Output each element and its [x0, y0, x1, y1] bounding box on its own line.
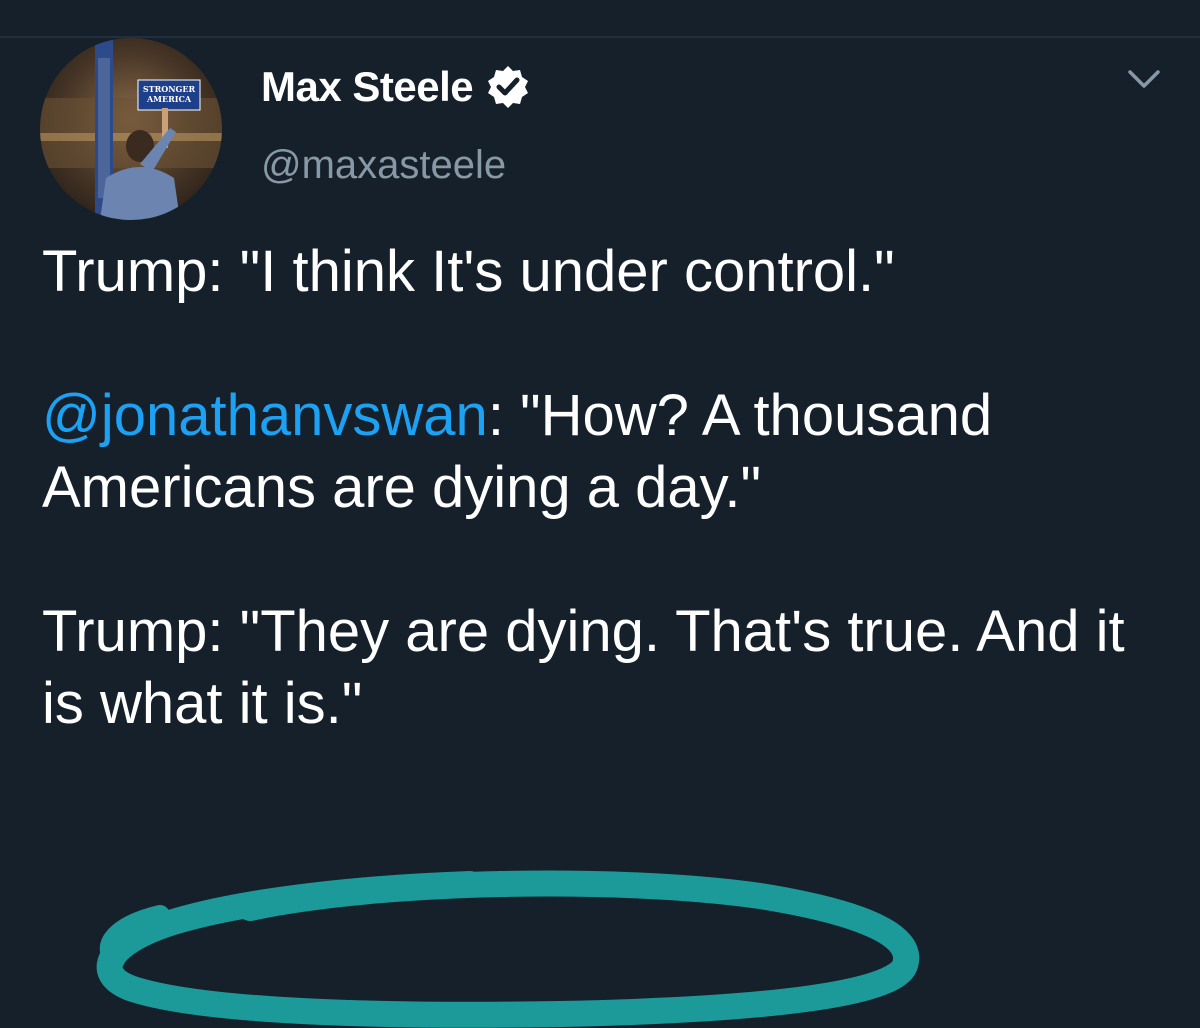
tweet-text: Trump: "I think It's under control." @jo…	[42, 236, 1162, 740]
verified-badge-icon	[485, 64, 531, 110]
avatar-sign-text: STRONGER	[143, 84, 196, 94]
author-display-name[interactable]: Max Steele	[261, 63, 474, 111]
mention-link[interactable]: @jonathanvswan	[42, 383, 488, 448]
author-handle[interactable]: @maxasteele	[261, 143, 506, 188]
author-name-row[interactable]: Max Steele	[261, 62, 531, 112]
avatar-image: STRONGER AMERICA	[40, 38, 222, 220]
tweet-text-line-3-part-1: Trump: "They are dying. That's true.	[42, 599, 964, 664]
tweet-text-line-1: Trump: "I think It's under control."	[42, 239, 895, 304]
avatar[interactable]: STRONGER AMERICA	[40, 38, 222, 220]
svg-text:AMERICA: AMERICA	[146, 94, 192, 104]
chevron-down-icon[interactable]	[1124, 64, 1164, 94]
tweet-text-paragraph-3: Trump: "They are dying. That's true. And…	[42, 596, 1162, 740]
tweet-text-paragraph-2: @jonathanvswan: "How? A thousand America…	[42, 380, 1162, 524]
